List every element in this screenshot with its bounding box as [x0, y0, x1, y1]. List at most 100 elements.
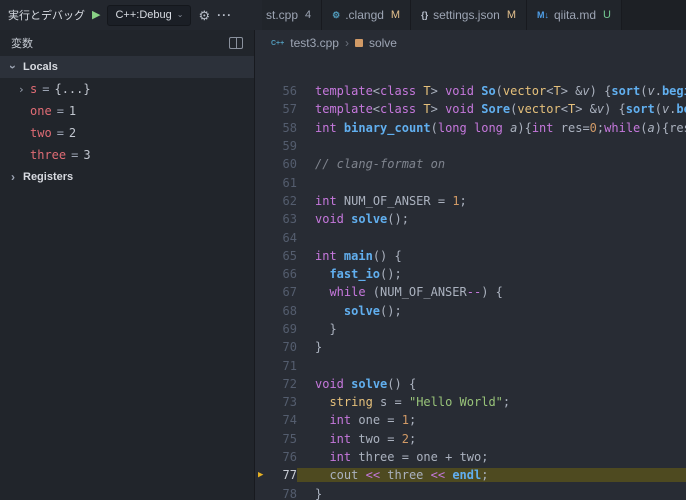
variable-row[interactable]: three = 3: [0, 144, 254, 166]
gear-icon[interactable]: ⚙: [198, 9, 210, 22]
tab-label: st.cpp: [266, 8, 299, 22]
tab-label: settings.json: [433, 8, 500, 22]
code-line[interactable]: 63 void solve();: [255, 210, 686, 228]
chevron-right-icon[interactable]: ›: [8, 171, 18, 183]
code-text[interactable]: while (NUM_OF_ANSER--) {: [297, 285, 686, 299]
debug-config-dropdown[interactable]: C++:Debug ⌄: [107, 4, 192, 26]
code-text[interactable]: int two = 2;: [297, 432, 686, 446]
variable-value: 1: [68, 104, 77, 118]
editor-tab[interactable]: {} settings.json M: [411, 0, 527, 30]
scope-label: Locals: [23, 61, 58, 73]
code-line[interactable]: 60// clang-format on: [255, 155, 686, 173]
equals-sign: =: [71, 148, 79, 162]
breakpoint-margin[interactable]: ▶: [255, 470, 279, 480]
code-text[interactable]: void solve();: [297, 212, 686, 226]
code-text[interactable]: int one = 1;: [297, 413, 686, 427]
code-line[interactable]: 65 int main() {: [255, 247, 686, 265]
scope-registers[interactable]: › Registers: [0, 166, 254, 188]
line-number: 71: [282, 358, 297, 373]
json-settings-file-icon: {}: [421, 9, 429, 20]
code-text[interactable]: int main() {: [297, 249, 686, 263]
line-number: 75: [282, 431, 297, 446]
code-line[interactable]: 70}: [255, 338, 686, 356]
code-line[interactable]: 58 int binary_count(long long a){int res=…: [255, 119, 686, 137]
code-line[interactable]: 71: [255, 356, 686, 374]
variable-name: s: [30, 82, 38, 96]
equals-sign: =: [56, 104, 64, 118]
editor-tab[interactable]: st.cpp 4: [262, 0, 323, 30]
variable-name: one: [30, 104, 52, 118]
debug-sidebar: 変数 › Locals › s = {...} one = 1 two = 2 three = 3 › Regi…: [0, 30, 255, 500]
code-text[interactable]: template<class T> void So(vector<T> &v) …: [297, 84, 686, 98]
variable-row[interactable]: › s = {...}: [0, 78, 254, 100]
equals-sign: =: [42, 82, 50, 96]
code-text[interactable]: }: [297, 487, 686, 500]
code-line[interactable]: 69 }: [255, 320, 686, 338]
debug-toolbar: 実行とデバッグ ▶ C++:Debug ⌄ ⚙ ···: [0, 0, 262, 30]
variables-panel-title: 変数: [11, 38, 33, 50]
code-line[interactable]: ▶ 77 cout << three << endl;: [255, 466, 686, 484]
code-line[interactable]: 61: [255, 173, 686, 191]
variable-name: three: [30, 148, 67, 162]
code-line[interactable]: 75 int two = 2;: [255, 430, 686, 448]
chevron-down-icon[interactable]: ›: [6, 62, 20, 72]
code-line[interactable]: 76 int three = one + two;: [255, 448, 686, 466]
code-line[interactable]: 67 while (NUM_OF_ANSER--) {: [255, 283, 686, 301]
code-text[interactable]: }: [297, 322, 686, 336]
tab-git-badge: U: [603, 9, 611, 21]
code-line[interactable]: 72 void solve() {: [255, 375, 686, 393]
code-line[interactable]: 57 template<class T> void Sore(vector<T> …: [255, 100, 686, 118]
code-text[interactable]: int NUM_OF_ANSER = 1;: [297, 194, 686, 208]
tab-label: qiita.md: [553, 8, 597, 22]
code-line[interactable]: 59: [255, 137, 686, 155]
code-text[interactable]: // clang-format on: [297, 157, 686, 171]
line-number: 73: [282, 395, 297, 410]
line-number: 77: [282, 468, 297, 483]
symbol-function-icon: [354, 39, 363, 47]
line-number: 69: [282, 322, 297, 336]
chevron-right-icon[interactable]: ›: [18, 83, 30, 96]
code-line[interactable]: 73 string s = "Hello World";: [255, 393, 686, 411]
variable-row[interactable]: one = 1: [0, 100, 254, 122]
code-line[interactable]: 78}: [255, 485, 686, 500]
code-text[interactable]: int binary_count(long long a){int res=0;…: [297, 121, 686, 135]
breadcrumb-file[interactable]: test3.cpp: [290, 36, 339, 50]
code-text[interactable]: fast_io();: [297, 267, 686, 281]
code-line[interactable]: 68 solve();: [255, 302, 686, 320]
more-actions-icon[interactable]: ···: [217, 9, 232, 21]
variable-value: 2: [68, 126, 77, 140]
tab-git-badge: 4: [305, 9, 312, 21]
variable-row[interactable]: two = 2: [0, 122, 254, 144]
line-number: 65: [282, 248, 297, 263]
markdown-file-icon: M↓: [536, 9, 549, 20]
code-text[interactable]: solve();: [297, 304, 686, 318]
debug-start-icon[interactable]: ▶: [92, 9, 100, 21]
code-text[interactable]: string s = "Hello World";: [297, 395, 686, 409]
code-line[interactable]: 62 int NUM_OF_ANSER = 1;: [255, 192, 686, 210]
code-text[interactable]: cout << three << endl;: [297, 468, 686, 483]
editor-tab[interactable]: M↓ qiita.md U: [526, 0, 622, 30]
code-text[interactable]: }: [297, 340, 686, 354]
code-text[interactable]: template<class T> void Sore(vector<T> &v…: [297, 102, 686, 116]
run-and-debug-title: 実行とデバッグ: [8, 10, 85, 22]
code-line[interactable]: 74 int one = 1;: [255, 411, 686, 429]
panel-layout-icon[interactable]: [229, 37, 243, 49]
code-line[interactable]: 64: [255, 228, 686, 246]
line-number: 68: [282, 303, 297, 318]
code-area: 56 template<class T> void So(vector<T> &v…: [255, 56, 686, 500]
code-line[interactable]: 66 fast_io();: [255, 265, 686, 283]
variables-panel-header: 変数: [0, 30, 254, 56]
code-line[interactable]: 56 template<class T> void So(vector<T> &v…: [255, 82, 686, 100]
variable-value: 3: [83, 148, 91, 162]
scope-label: Registers: [23, 171, 74, 183]
editor-tab[interactable]: ⚙ .clangd M: [322, 0, 412, 30]
code-text[interactable]: int three = one + two;: [297, 450, 686, 464]
breadcrumb-separator-icon: ›: [344, 36, 349, 50]
line-number: 67: [282, 285, 297, 300]
code-text[interactable]: void solve() {: [297, 377, 686, 391]
breadcrumb-symbol[interactable]: solve: [369, 36, 397, 50]
tab-git-badge: M: [506, 9, 516, 21]
scope-locals[interactable]: › Locals: [0, 56, 254, 78]
variable-value: {...}: [54, 82, 91, 96]
debug-config-label: C++:Debug: [115, 9, 172, 21]
